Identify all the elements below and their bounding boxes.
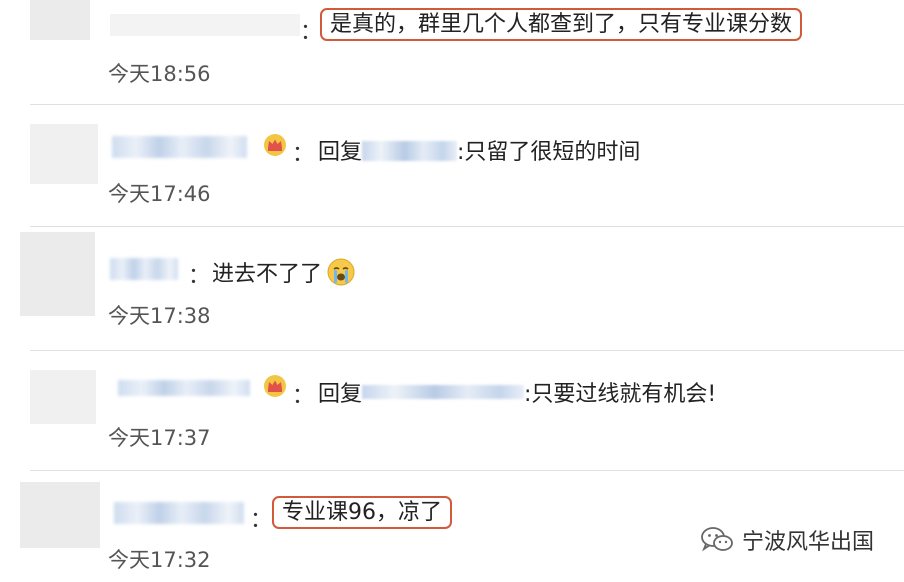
username-blurred[interactable] xyxy=(110,14,300,36)
comment-text: :只要过线就有机会! xyxy=(524,382,717,407)
colon: ： xyxy=(292,142,315,167)
comment-text-wrapper: 是真的，群里几个人都查到了，只有专业课分数 xyxy=(320,6,803,41)
divider xyxy=(30,226,904,227)
comment-time: 今天17:32 xyxy=(108,548,211,572)
reply-text-wrapper: 回复 :只留了很短的时间 xyxy=(318,134,640,166)
reply-target-blurred[interactable] xyxy=(362,385,525,399)
divider xyxy=(30,350,904,351)
colon: ： xyxy=(292,384,315,409)
crown-badge-icon xyxy=(264,375,286,397)
comment-time: 今天17:37 xyxy=(108,426,211,450)
colon: ： xyxy=(300,20,323,45)
comment-text-wrapper: 进去不了了 xyxy=(212,256,356,288)
avatar[interactable] xyxy=(30,370,96,424)
highlighted-comment-text: 是真的，群里几个人都查到了，只有专业课分数 xyxy=(320,8,803,41)
avatar[interactable] xyxy=(20,482,100,548)
username-blurred[interactable] xyxy=(112,136,247,158)
divider xyxy=(30,470,904,471)
crying-face-icon xyxy=(327,258,355,286)
comment-text: :只留了很短的时间 xyxy=(457,140,641,165)
comment-time: 今天17:38 xyxy=(108,304,211,328)
reply-prefix: 回复 xyxy=(318,140,363,165)
watermark: 宁波风华出国 xyxy=(700,524,874,556)
divider xyxy=(30,104,904,105)
avatar[interactable] xyxy=(30,0,90,40)
avatar[interactable] xyxy=(30,124,98,184)
avatar[interactable] xyxy=(20,232,95,316)
colon: ： xyxy=(188,264,211,289)
crown-badge-icon xyxy=(264,134,286,156)
comment-time: 今天17:46 xyxy=(108,182,211,206)
username-blurred[interactable] xyxy=(114,502,244,524)
comment-time: 今天18:56 xyxy=(108,62,211,86)
wechat-icon xyxy=(701,527,733,552)
colon: ： xyxy=(250,508,273,533)
comment-text-wrapper: 专业课96，凉了 xyxy=(272,494,452,529)
reply-target-blurred[interactable] xyxy=(362,141,458,161)
reply-text-wrapper: 回复 :只要过线就有机会! xyxy=(318,376,716,408)
username-blurred[interactable] xyxy=(110,258,178,280)
watermark-label: 宁波风华出国 xyxy=(741,530,874,555)
comment-text: 进去不了了 xyxy=(212,262,323,287)
username-blurred[interactable] xyxy=(118,380,250,396)
reply-prefix: 回复 xyxy=(318,382,363,407)
highlighted-comment-text: 专业课96，凉了 xyxy=(272,496,452,529)
